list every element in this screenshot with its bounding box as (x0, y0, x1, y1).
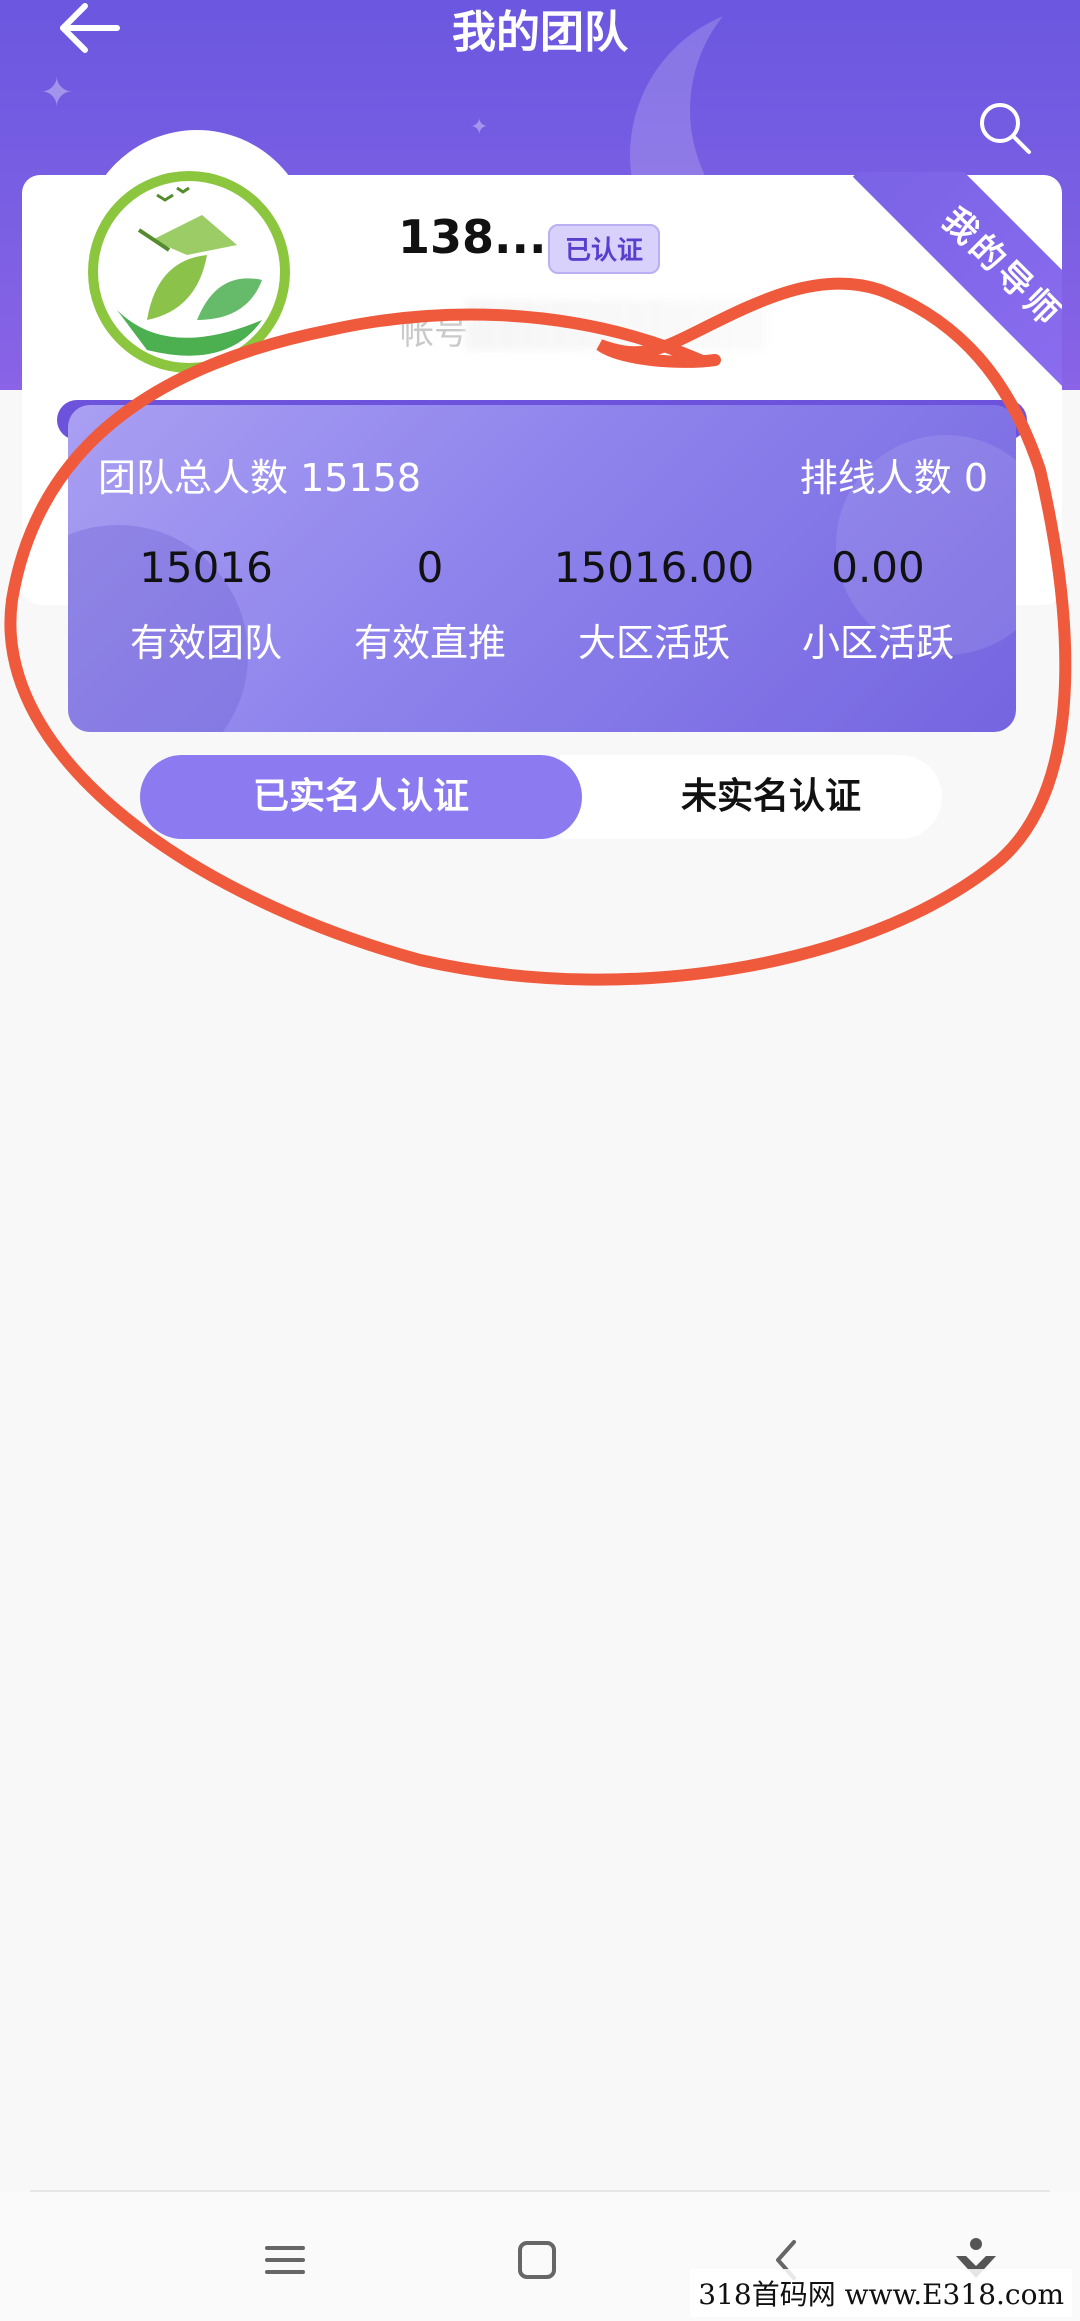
team-stats-card: 团队总人数 15158 排线人数 0 15016 有效团队 0 有效直推 150… (68, 405, 1016, 732)
account-label: 帐号 (400, 313, 468, 353)
tab-unverified[interactable]: 未实名认证 (560, 755, 942, 839)
team-total-value: 15158 (300, 456, 421, 500)
lineup-label: 排线人数 (799, 456, 952, 500)
stat-label: 有效团队 (129, 621, 282, 665)
watermark: 318首码网 www.E318.com (690, 2269, 1072, 2317)
search-icon (980, 103, 1031, 154)
home-icon (518, 2241, 556, 2279)
lineup-count: 排线人数 0 (800, 447, 988, 502)
tab-verified[interactable]: 已实名人认证 (140, 755, 582, 839)
search-button[interactable] (975, 98, 1035, 158)
stat-value: 15016 (139, 543, 273, 592)
stat-value: 0 (416, 543, 444, 592)
stat-value: 15016.00 (553, 543, 755, 592)
tab-unverified-label: 未实名认证 (680, 776, 861, 817)
team-total-label: 团队总人数 (98, 456, 289, 500)
stat-label: 有效直推 (353, 621, 506, 665)
stat-minor-zone-active[interactable]: 0.00 小区活跃 (768, 540, 988, 667)
nav-menu-button[interactable] (255, 2230, 315, 2290)
leaf-logo-icon (88, 171, 290, 373)
sparkle-decoration: ✦ (40, 70, 74, 116)
avatar[interactable] (87, 170, 292, 375)
stat-major-zone-active[interactable]: 15016.00 大区活跃 (544, 540, 764, 667)
username: 138... (398, 210, 547, 264)
stat-value: 0.00 (831, 543, 925, 592)
mentor-ribbon-button[interactable]: 我的导师 (832, 172, 1062, 402)
redacted-account-number (465, 300, 765, 350)
stat-direct-referrals[interactable]: 0 有效直推 (320, 540, 540, 667)
verified-badge: 已认证 (548, 224, 660, 274)
page-title: 我的团队 (452, 7, 628, 58)
stat-valid-team[interactable]: 15016 有效团队 (96, 540, 316, 667)
team-total: 团队总人数 15158 (98, 447, 421, 502)
menu-icon (265, 2246, 305, 2274)
mentor-ribbon-label: 我的导师 (852, 172, 1062, 402)
sparkle-decoration: ✦ (470, 115, 489, 140)
stat-label: 小区活跃 (801, 621, 954, 665)
stat-label: 大区活跃 (577, 621, 730, 665)
nav-home-button[interactable] (507, 2230, 567, 2290)
lineup-value: 0 (963, 456, 988, 500)
